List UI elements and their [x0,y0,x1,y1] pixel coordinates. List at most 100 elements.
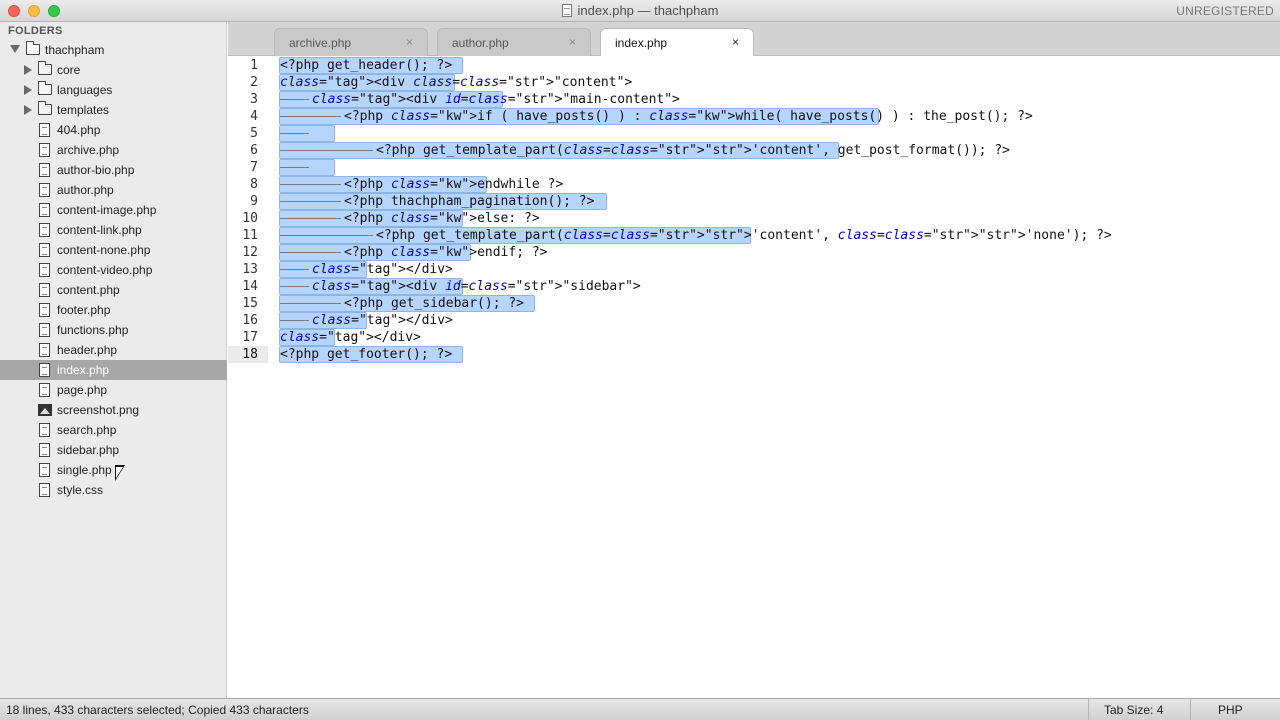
line-number: 4 [250,109,258,124]
code-line[interactable]: class="tag"></div> [280,329,421,346]
window-title-wrap: index.php — thachpham [0,3,1280,18]
code-line[interactable]: <?php get_header(); ?> [280,57,452,74]
tree-item-label: content-none.php [57,243,151,257]
tab-label: archive.php [289,36,352,50]
tab-label: author.php [452,36,509,50]
tab-close-icon[interactable]: × [406,35,413,49]
tab-archive-php[interactable]: archive.php × [274,28,428,56]
tree-item-label: content.php [57,283,120,297]
code-line[interactable]: <?php class="kw">endif; ?> [344,244,548,261]
indent-guide [280,133,309,134]
line-number: 18 [228,346,268,363]
indent-guide [280,167,309,168]
tree-file-style-css[interactable]: style.css [0,480,227,500]
folders-header: FOLDERS [8,25,63,37]
tree-file-content-image-php[interactable]: content-image.php [0,200,227,220]
line-number: 3 [250,92,258,107]
disclosure-open-icon[interactable] [10,45,20,53]
file-icon [39,203,50,217]
disclosure-closed-icon[interactable] [24,65,32,75]
folder-icon [38,61,52,75]
tree-file-content-video-php[interactable]: content-video.php [0,260,227,280]
code-editor[interactable]: 1 2 3 4 5 6 7 8 9 10 11 12 13 14 15 16 17 18 <?php get_he… [228,56,1280,698]
code-line[interactable]: <?php class="kw">endwhile ?> [344,176,563,193]
code-line[interactable]: <?php class="kw">if ( have_posts() ) : c… [344,108,1033,125]
tree-file-single-php[interactable]: single.php [0,460,227,480]
file-icon [39,423,50,437]
tree-file-sidebar-php[interactable]: sidebar.php [0,440,227,460]
line-number: 11 [242,228,258,243]
code-line[interactable]: class="tag"><div class=class="str">"cont… [280,74,632,91]
code-line[interactable]: <?php get_template_part(class=class="str… [376,227,1112,244]
tree-file-content-none-php[interactable]: content-none.php [0,240,227,260]
tab-author-php[interactable]: author.php × [437,28,591,56]
indent-guide [280,201,341,202]
tree-file-content-php[interactable]: content.php [0,280,227,300]
title-bar: index.php — thachpham UNREGISTERED [0,0,1280,22]
tab-index-php[interactable]: index.php × [600,28,754,57]
tree-file-functions-php[interactable]: functions.php [0,320,227,340]
tree-item-label: content-image.php [57,203,157,217]
document-icon [561,4,572,17]
tree-file-author-bio-php[interactable]: author-bio.php [0,160,227,180]
code-line[interactable]: <?php get_template_part(class=class="str… [376,142,1010,159]
status-message: 18 lines, 433 characters selected; Copie… [6,703,309,717]
tree-file-404-php[interactable]: 404.php [0,120,227,140]
tree-file-search-php[interactable]: search.php [0,420,227,440]
tree-file-page-php[interactable]: page.php [0,380,227,400]
tree-item-label: style.css [57,483,104,497]
window-title: index.php — thachpham [577,3,719,18]
tree-file-header-php[interactable]: header.php [0,340,227,360]
tree-folder-templates[interactable]: templates [0,100,227,120]
tab-bar: archive.php × author.php × index.php × [228,22,1280,57]
file-icon [39,143,50,157]
tree-item-label: 404.php [57,123,101,137]
status-bar: 18 lines, 433 characters selected; Copie… [0,698,1280,720]
code-line[interactable]: class="tag"><div id=class="str">"sidebar… [312,278,641,295]
indent-guide [280,286,309,287]
code-line[interactable]: class="tag"></div> [312,261,453,278]
file-icon [39,243,50,257]
tab-label: index.php [615,36,668,50]
code-line[interactable]: <?php get_footer(); ?> [280,346,452,363]
tree-root-thachpham[interactable]: thachpham [0,40,227,60]
tab-close-icon[interactable]: × [569,35,576,49]
syntax-button[interactable]: PHP [1218,703,1243,717]
code-line[interactable]: class="tag"></div> [312,312,453,329]
tree-file-screenshot-png[interactable]: screenshot.png [0,400,227,420]
line-number: 10 [242,211,258,226]
tree-file-content-link-php[interactable]: content-link.php [0,220,227,240]
disclosure-closed-icon[interactable] [24,105,32,115]
indent-guide [280,235,373,236]
disclosure-closed-icon[interactable] [24,85,32,95]
tree-file-footer-php[interactable]: footer.php [0,300,227,320]
code-line[interactable]: <?php get_sidebar(); ?> [344,295,524,312]
code-line[interactable]: <?php thachpham_pagination(); ?> [344,193,594,210]
file-icon [39,183,50,197]
open-folder-icon [26,41,40,55]
tree-file-index-php[interactable]: index.php [0,360,227,380]
line-number: 17 [242,330,258,345]
tab-close-icon[interactable]: × [732,35,739,49]
tree-item-label: core [57,63,81,77]
file-icon [39,223,50,237]
tree-file-author-php[interactable]: author.php [0,180,227,200]
indent-guide [280,320,309,321]
file-icon [39,343,50,357]
tree-folder-languages[interactable]: languages [0,80,227,100]
file-icon [39,303,50,317]
tree-folder-core[interactable]: core [0,60,227,80]
code-line[interactable]: class="tag"><div id=class="str">"main-co… [312,91,680,108]
tree-file-archive-php[interactable]: archive.php [0,140,227,160]
tree-item-label: page.php [57,383,108,397]
code-line[interactable]: <?php class="kw">else: ?> [344,210,540,227]
tree-item-label: content-link.php [57,223,142,237]
tab-size-button[interactable]: Tab Size: 4 [1104,703,1163,717]
file-icon [39,383,50,397]
status-divider [1190,699,1191,720]
license-status: UNREGISTERED [1176,4,1274,18]
line-number: 14 [242,279,258,294]
line-number: 16 [242,313,258,328]
indent-guide [280,116,341,117]
image-file-icon [38,404,52,416]
